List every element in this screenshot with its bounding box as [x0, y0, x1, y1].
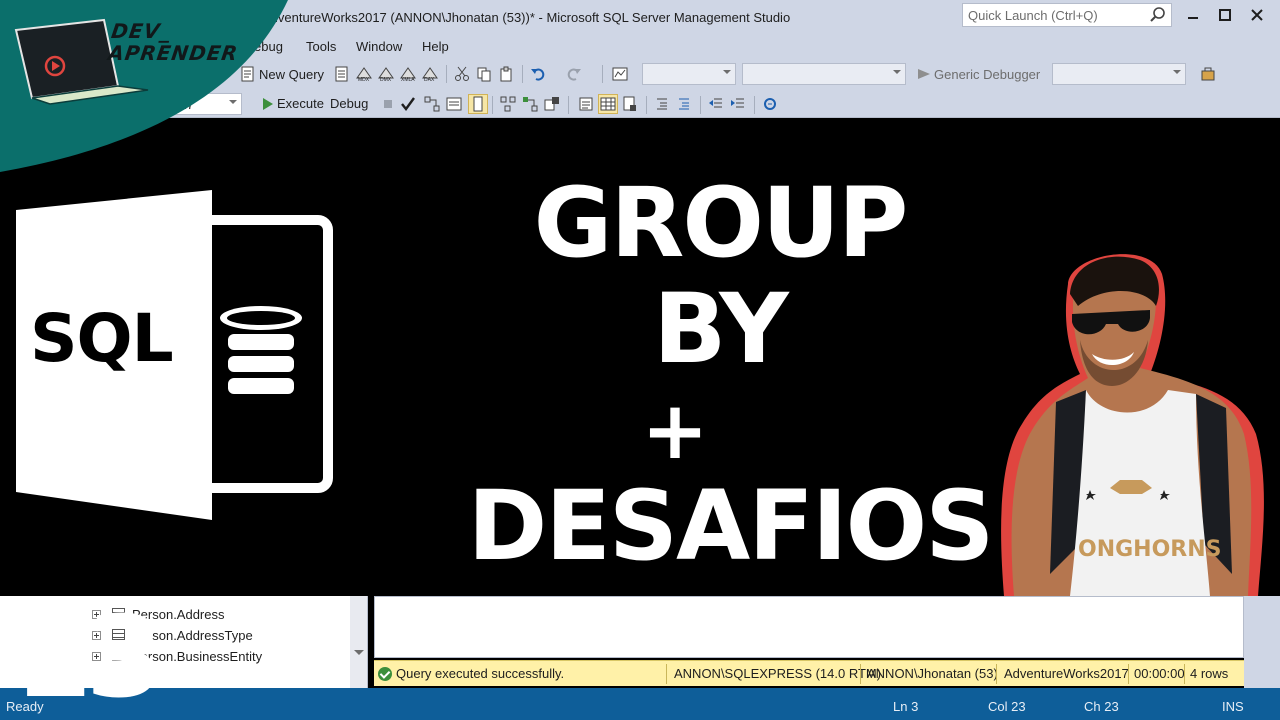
toolbar-separator — [446, 65, 447, 83]
estimated-plan-icon[interactable] — [424, 96, 440, 112]
generic-debugger-button[interactable]: Generic Debugger — [934, 67, 1040, 82]
toolbar-separator — [754, 96, 755, 114]
side-panel-strip — [1244, 596, 1280, 688]
line-number: Ln 3 — [893, 699, 919, 714]
uncomment-icon[interactable] — [676, 96, 692, 112]
undo-icon[interactable] — [530, 66, 546, 82]
login-name: ANNON\Jhonatan (53) — [867, 666, 998, 681]
close-button[interactable] — [1244, 5, 1270, 25]
toolbar-separator — [492, 96, 493, 114]
title-plus: + — [641, 384, 709, 477]
results-to-text-icon[interactable] — [578, 96, 594, 112]
paste-icon[interactable] — [498, 66, 514, 82]
query-status-message: Query executed successfully. — [396, 666, 565, 681]
row-count: 4 rows — [1190, 666, 1229, 681]
quick-launch-placeholder: Quick Launch (Ctrl+Q) — [968, 8, 1098, 23]
brand-line1: DEV_ — [109, 19, 173, 43]
database-name: AdventureWorks2017 — [1004, 666, 1129, 681]
search-icon — [1150, 7, 1165, 22]
maximize-button[interactable] — [1212, 5, 1238, 25]
brand-line2: APRENDER — [106, 41, 240, 65]
client-stats-icon[interactable] — [544, 96, 560, 112]
title-line-by: BY — [653, 273, 788, 385]
shirt-text: ONGHORNS — [1078, 537, 1221, 562]
status-separator — [666, 664, 667, 684]
query-status-bar: Query executed successfully. ANNON\SQLEX… — [374, 660, 1244, 686]
database-icon — [220, 306, 302, 402]
column-number: Col 23 — [988, 699, 1026, 714]
menu-help[interactable]: Help — [422, 39, 449, 54]
server-name: ANNON\SQLEXPRESS (14.0 RTM) — [674, 666, 882, 681]
svg-text:MDX: MDX — [358, 77, 370, 82]
decrease-indent-icon[interactable] — [708, 96, 724, 112]
quick-launch-input[interactable]: Quick Launch (Ctrl+Q) — [962, 3, 1172, 27]
debug-target-combo[interactable] — [1052, 63, 1186, 85]
redo-icon[interactable] — [566, 66, 582, 82]
copy-icon[interactable] — [476, 66, 492, 82]
toolbar-separator — [522, 65, 523, 83]
results-pane[interactable] — [374, 596, 1244, 658]
activity-monitor-icon[interactable] — [612, 66, 628, 82]
success-check-icon — [378, 667, 392, 681]
specify-template-values-icon[interactable] — [762, 96, 778, 112]
title-line-group: GROUP — [533, 167, 909, 279]
live-stats-icon[interactable] — [522, 96, 538, 112]
xmla-query-icon[interactable]: XMLA — [400, 66, 416, 82]
episode-number: 13 — [14, 593, 164, 720]
actual-plan-icon[interactable] — [500, 96, 516, 112]
menu-window[interactable]: Window — [356, 39, 402, 54]
results-to-file-icon[interactable] — [622, 96, 638, 112]
toolbar-separator — [568, 96, 569, 114]
dax-query-icon[interactable]: DAX — [422, 66, 438, 82]
status-separator — [1184, 664, 1185, 684]
brand-name: DEV_ APRENDER — [106, 19, 243, 65]
menu-tools[interactable]: Tools — [306, 39, 336, 54]
elapsed-time: 00:00:00 — [1134, 666, 1185, 681]
status-separator — [1128, 664, 1129, 684]
insert-mode: INS — [1222, 699, 1244, 714]
comment-out-icon[interactable] — [654, 96, 670, 112]
toolbar-separator — [602, 65, 603, 83]
toolbar-separator — [700, 96, 701, 114]
toolbar-separator — [646, 96, 647, 114]
cancel-query-icon[interactable] — [380, 96, 396, 112]
svg-text:XMLA: XMLA — [401, 77, 415, 82]
parse-icon[interactable] — [400, 96, 416, 112]
svg-text:DMX: DMX — [380, 77, 392, 82]
increase-indent-icon[interactable] — [730, 96, 746, 112]
cut-icon[interactable] — [454, 66, 470, 82]
status-bar: Ready Ln 3 Col 23 Ch 23 INS — [0, 688, 1280, 720]
scroll-down-icon[interactable] — [354, 650, 364, 655]
status-separator — [860, 664, 861, 684]
object-explorer-scrollbar[interactable] — [350, 596, 367, 688]
window-title: AdventureWorks2017 (ANNON\Jhonatan (53))… — [262, 10, 791, 25]
database-engine-query-icon[interactable] — [334, 66, 350, 82]
toolbox-icon[interactable] — [1200, 66, 1216, 82]
intellisense-toggle-icon[interactable] — [468, 94, 488, 114]
query-options-icon[interactable] — [446, 96, 462, 112]
video-title: GROUP BY + DESAFIOS — [440, 168, 1000, 576]
svg-text:DAX: DAX — [424, 77, 435, 82]
mdx-query-icon[interactable]: MDX — [356, 66, 372, 82]
sql-logo-label: SQL — [30, 300, 174, 377]
platform-combo[interactable] — [742, 63, 906, 85]
solution-config-combo[interactable] — [642, 63, 736, 85]
minimize-button[interactable] — [1180, 5, 1206, 25]
char-number: Ch 23 — [1084, 699, 1119, 714]
debug-button[interactable]: Debug — [330, 96, 368, 111]
status-separator — [996, 664, 997, 684]
debugger-icon — [918, 69, 930, 79]
presenter-photo: ONGHORNS — [1001, 254, 1264, 596]
results-to-grid-icon[interactable] — [598, 94, 618, 114]
dmx-query-icon[interactable]: DMX — [378, 66, 394, 82]
title-line-desafios: DESAFIOS — [467, 470, 995, 582]
